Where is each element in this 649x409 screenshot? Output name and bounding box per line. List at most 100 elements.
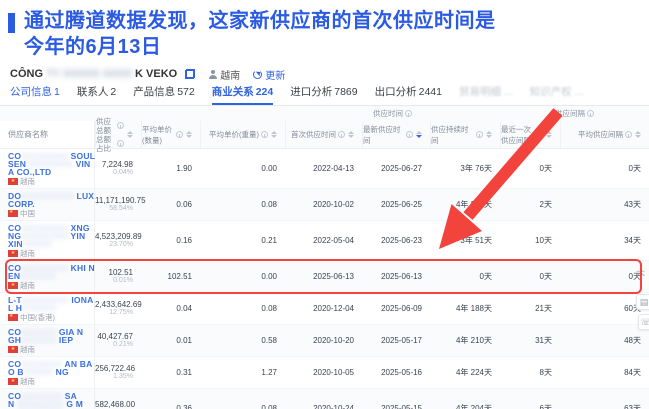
avg-price-wt-cell: 1.27 bbox=[261, 368, 277, 377]
supplier-name-line[interactable]: ENXXXXXX bbox=[8, 272, 92, 281]
col-supplier-name: 供应商名称 bbox=[0, 121, 95, 148]
sort-caret[interactable] bbox=[186, 131, 192, 138]
china-flag-icon: ★ bbox=[8, 209, 18, 217]
headline-accent-bar bbox=[8, 13, 15, 33]
supplier-name-cell[interactable]: COXXXXXXX AN BA O BXXXXX NG ★ 越南 bbox=[0, 357, 95, 388]
tab-export-analysis[interactable]: 出口分析 2441 bbox=[375, 84, 442, 105]
supplier-name-cell[interactable]: DOXXXXXXXXX LUX CORP. ★ 中国 bbox=[0, 189, 95, 220]
avg-price-qty-cell: 0.31 bbox=[176, 368, 192, 377]
col-last-interval[interactable]: 最近一次供应间隔 bbox=[500, 121, 560, 148]
avg-price-qty-cell: 1.90 bbox=[176, 164, 192, 173]
feedback-icon[interactable]: ▤ bbox=[636, 294, 649, 310]
sort-caret[interactable] bbox=[486, 131, 492, 138]
redacted-text: XXXXXX bbox=[22, 303, 58, 313]
info-icon[interactable] bbox=[117, 140, 124, 147]
latest-supply-cell: 2025-06-09 bbox=[381, 304, 422, 313]
vietnam-flag-icon: ★ bbox=[8, 281, 18, 289]
last-interval-cell: 31天 bbox=[535, 336, 552, 345]
page: 通过腾道数据发现，这家新供应商的首次供应时间是 今年的6月13日 CÔNG TY… bbox=[0, 0, 649, 409]
copy-icon[interactable] bbox=[185, 69, 196, 79]
avg-interval-cell: 84天 bbox=[624, 368, 641, 377]
sort-caret[interactable] bbox=[348, 131, 354, 138]
tab-bar: 公司信息 1 联系人 2 产品信息 572 商业关系 224 进口分析 7869 出口分析… bbox=[0, 84, 649, 106]
supplier-name-cell[interactable]: COXXXXXXXX XNG NGXXXXXXXX YIN XINXXXXX ★ 越南 bbox=[0, 221, 95, 260]
avg-price-wt-cell: 0.08 bbox=[261, 404, 277, 409]
latest-supply-cell: 2025-05-17 bbox=[381, 336, 422, 345]
col-total-supply[interactable]: 供应总额 总额占比 bbox=[95, 117, 141, 153]
tab-contacts[interactable]: 联系人 2 bbox=[77, 84, 116, 105]
total-value: 7,224.98 bbox=[101, 160, 133, 169]
headline: 通过腾道数据发现，这家新供应商的首次供应时间是 今年的6月13日 bbox=[0, 0, 649, 60]
total-value: 582,468.00 bbox=[95, 400, 136, 409]
first-supply-cell: 2025-06-13 bbox=[313, 272, 354, 281]
refresh-button[interactable]: 更新 bbox=[253, 67, 285, 82]
supplier-name-cell[interactable]: L-TXXXXXXXX IONA L HXXXXXX ★ 中国(香港) bbox=[0, 293, 95, 324]
tab-import-analysis[interactable]: 进口分析 7869 bbox=[290, 84, 357, 105]
total-value: 256,722.46 bbox=[95, 364, 136, 373]
duration-cell: 3年 76天 bbox=[460, 164, 492, 173]
sort-caret[interactable] bbox=[546, 131, 552, 138]
info-icon[interactable] bbox=[536, 131, 543, 138]
vietnam-flag-icon: ★ bbox=[8, 345, 18, 353]
info-icon[interactable] bbox=[625, 131, 632, 138]
tab-company-info[interactable]: 公司信息 1 bbox=[10, 84, 60, 105]
total-value: 4,523,209.89 bbox=[95, 232, 142, 241]
avg-interval-cell: 43天 bbox=[624, 200, 641, 209]
table-row: COXXXXXXXX XNG NGXXXXXXXX YIN XINXXXXX ★ 越南 4… bbox=[0, 221, 649, 261]
redacted-text: XXXXXX bbox=[21, 335, 57, 345]
sort-caret[interactable] bbox=[271, 131, 277, 138]
info-icon[interactable] bbox=[587, 110, 594, 117]
supplier-table-body: COXXXXXXXX SOUL SENXXXXXXXX VIN A CO.,LTD ★… bbox=[0, 149, 649, 409]
col-avg-price-wt[interactable]: 平均单价(重量) bbox=[200, 121, 285, 148]
supplier-name-line[interactable]: DOXXXXXXXXX LUX bbox=[8, 192, 94, 201]
tab-business-relations[interactable]: 商业关系 224 bbox=[211, 84, 273, 105]
avg-price-wt-cell: 0.58 bbox=[261, 336, 277, 345]
col-avg-interval[interactable]: 平均供应间隔 bbox=[560, 121, 649, 148]
country-label: 越南 bbox=[20, 376, 35, 386]
tab-products[interactable]: 产品信息 572 bbox=[133, 84, 195, 105]
support-icon[interactable]: ☏ bbox=[638, 314, 649, 330]
first-supply-cell: 2022-05-04 bbox=[313, 236, 354, 245]
info-icon[interactable] bbox=[261, 131, 268, 138]
table-row: DOXXXXXXXXX LUX CORP. ★ 中国 11,171,190.75 58.5… bbox=[0, 189, 649, 221]
company-name-prefix: CÔNG bbox=[10, 68, 43, 80]
supplier-name-cell[interactable]: COXXXXXXXX SOUL SENXXXXXXXX VIN A CO.,LTD ★… bbox=[0, 149, 95, 188]
sort-caret-active[interactable] bbox=[416, 131, 422, 138]
supplier-name-cell[interactable]: COXXXXXX GIA N GHXXXXXX IEP ★ 越南 bbox=[0, 325, 95, 356]
col-supply-duration[interactable]: 供应持续时间 bbox=[430, 121, 500, 148]
avg-interval-cell: 0天 bbox=[628, 164, 641, 173]
col-latest-supply-time[interactable]: 最新供应时间 bbox=[362, 121, 430, 148]
first-supply-cell: 2020-10-05 bbox=[313, 368, 354, 377]
first-supply-cell: 2020-10-02 bbox=[313, 200, 354, 209]
table-row: COXXXXXXXX KHI N ENXXXXXX ★ 越南 102.51 0.01% 10… bbox=[0, 261, 649, 293]
redacted-text: XXXXX bbox=[23, 367, 54, 377]
avg-price-qty-cell: 0.36 bbox=[176, 404, 192, 409]
latest-supply-cell: 2025-06-25 bbox=[381, 200, 422, 209]
share-value: 0.01% bbox=[113, 277, 133, 284]
supplier-name-cell[interactable]: COXXXXXXXX KHI N ENXXXXXX ★ 越南 bbox=[0, 261, 95, 292]
sort-caret[interactable] bbox=[127, 131, 133, 138]
info-icon[interactable] bbox=[476, 131, 483, 138]
tab-intellectual-property[interactable]: 知识产权 ... bbox=[530, 84, 584, 105]
col-first-supply-time[interactable]: 首次供应时间 bbox=[285, 121, 362, 148]
info-icon[interactable] bbox=[338, 131, 345, 138]
avg-price-wt-cell: 0.08 bbox=[261, 304, 277, 313]
info-icon[interactable] bbox=[405, 110, 412, 117]
sort-caret[interactable] bbox=[635, 131, 641, 138]
table-row: COXXXXXXXX SOUL SENXXXXXXXX VIN A CO.,LTD ★… bbox=[0, 149, 649, 189]
supplier-name-line[interactable]: GHXXXXXX IEP bbox=[8, 335, 92, 345]
country-label: 越南 bbox=[20, 176, 35, 186]
company-name-suffix: K VEKO bbox=[135, 68, 178, 80]
vietnam-flag-icon: ★ bbox=[8, 177, 18, 185]
headline-line1: 通过腾道数据发现，这家新供应商的首次供应时间是 bbox=[24, 10, 496, 32]
info-icon[interactable] bbox=[406, 131, 413, 138]
col-avg-price-qty[interactable]: 平均单价(数量) bbox=[141, 121, 200, 148]
info-icon[interactable] bbox=[176, 131, 183, 138]
tab-trade-details[interactable]: 贸易明细 ... bbox=[459, 84, 513, 105]
last-interval-cell: 6天 bbox=[539, 404, 552, 409]
info-icon[interactable] bbox=[117, 122, 124, 129]
avg-price-wt-cell: 0.08 bbox=[261, 200, 277, 209]
supplier-name-cell[interactable]: COXXXXXXX SAN XXXXXXXX G MAI XXXXXXX★越南 bbox=[0, 389, 95, 409]
country-label: 越南 bbox=[20, 248, 35, 258]
duration-cell: 4年 267天 bbox=[455, 200, 492, 209]
